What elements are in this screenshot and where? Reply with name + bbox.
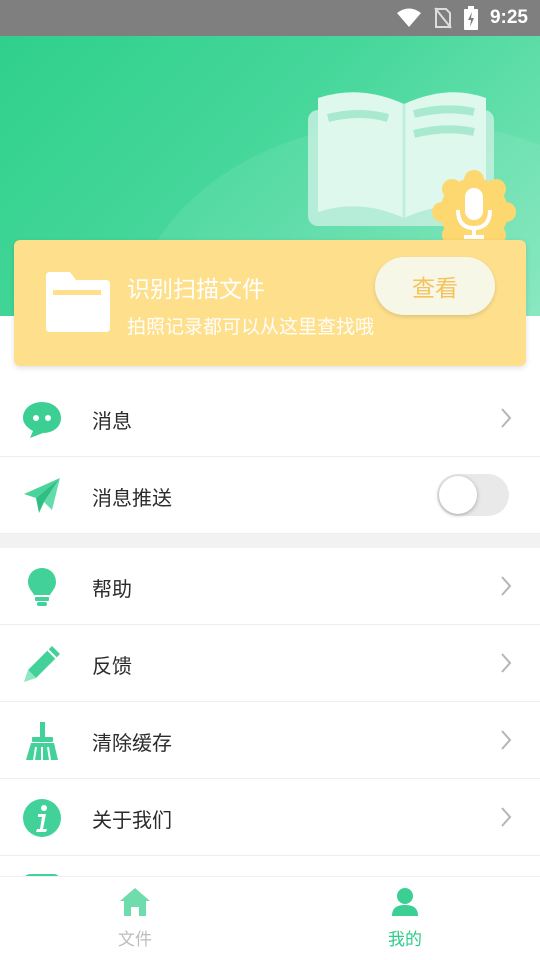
push-notification-toggle[interactable] bbox=[437, 474, 509, 516]
wifi-icon bbox=[396, 8, 421, 27]
message-bubble-icon bbox=[23, 402, 61, 438]
chevron-right-icon bbox=[501, 576, 512, 596]
tab-files[interactable]: 文件 bbox=[75, 887, 195, 957]
bottom-navigation: 文件 我的 bbox=[0, 876, 540, 960]
user-icon bbox=[392, 888, 418, 916]
card-title: 识别扫描文件 bbox=[127, 277, 265, 303]
menu-item-label: 反馈 bbox=[92, 654, 132, 678]
chevron-right-icon bbox=[501, 807, 512, 827]
broom-icon bbox=[26, 722, 58, 761]
menu-item-about-us[interactable]: 关于我们 bbox=[0, 779, 540, 856]
battery-charging-icon bbox=[463, 6, 478, 30]
home-icon bbox=[120, 888, 150, 916]
settings-menu: 消息 消息推送 帮助 反馈 清除缓存 关于我们 bbox=[0, 380, 540, 886]
toggle-knob bbox=[439, 476, 477, 514]
menu-item-push-notifications: 消息推送 bbox=[0, 457, 540, 534]
pencil-icon bbox=[24, 646, 60, 682]
menu-item-label: 帮助 bbox=[92, 577, 132, 601]
menu-item-label: 关于我们 bbox=[92, 808, 172, 832]
folder-icon bbox=[46, 272, 110, 332]
menu-item-messages[interactable]: 消息 bbox=[0, 380, 540, 457]
tab-mine-label: 我的 bbox=[388, 930, 422, 950]
menu-item-label: 消息 bbox=[92, 409, 132, 433]
menu-item-label: 清除缓存 bbox=[92, 731, 172, 755]
clock: 9:25 bbox=[489, 7, 528, 28]
paper-plane-icon bbox=[24, 478, 60, 513]
chevron-right-icon bbox=[501, 653, 512, 673]
lightbulb-icon bbox=[28, 568, 56, 606]
view-button[interactable]: 查看 bbox=[375, 257, 495, 315]
status-bar: 9:25 bbox=[0, 0, 540, 36]
menu-item-clear-cache[interactable]: 清除缓存 bbox=[0, 702, 540, 779]
info-icon bbox=[23, 799, 61, 837]
section-divider bbox=[0, 534, 540, 548]
menu-item-feedback[interactable]: 反馈 bbox=[0, 625, 540, 702]
scan-files-card: 识别扫描文件 拍照记录都可以从这里查找哦 查看 bbox=[14, 240, 526, 366]
tab-mine[interactable]: 我的 bbox=[345, 887, 465, 957]
card-subtitle: 拍照记录都可以从这里查找哦 bbox=[127, 316, 375, 338]
chevron-right-icon bbox=[501, 730, 512, 750]
tab-files-label: 文件 bbox=[118, 930, 152, 950]
no-sim-icon bbox=[434, 7, 452, 29]
menu-item-help[interactable]: 帮助 bbox=[0, 548, 540, 625]
menu-item-label: 消息推送 bbox=[92, 486, 172, 510]
chevron-right-icon bbox=[501, 408, 512, 428]
